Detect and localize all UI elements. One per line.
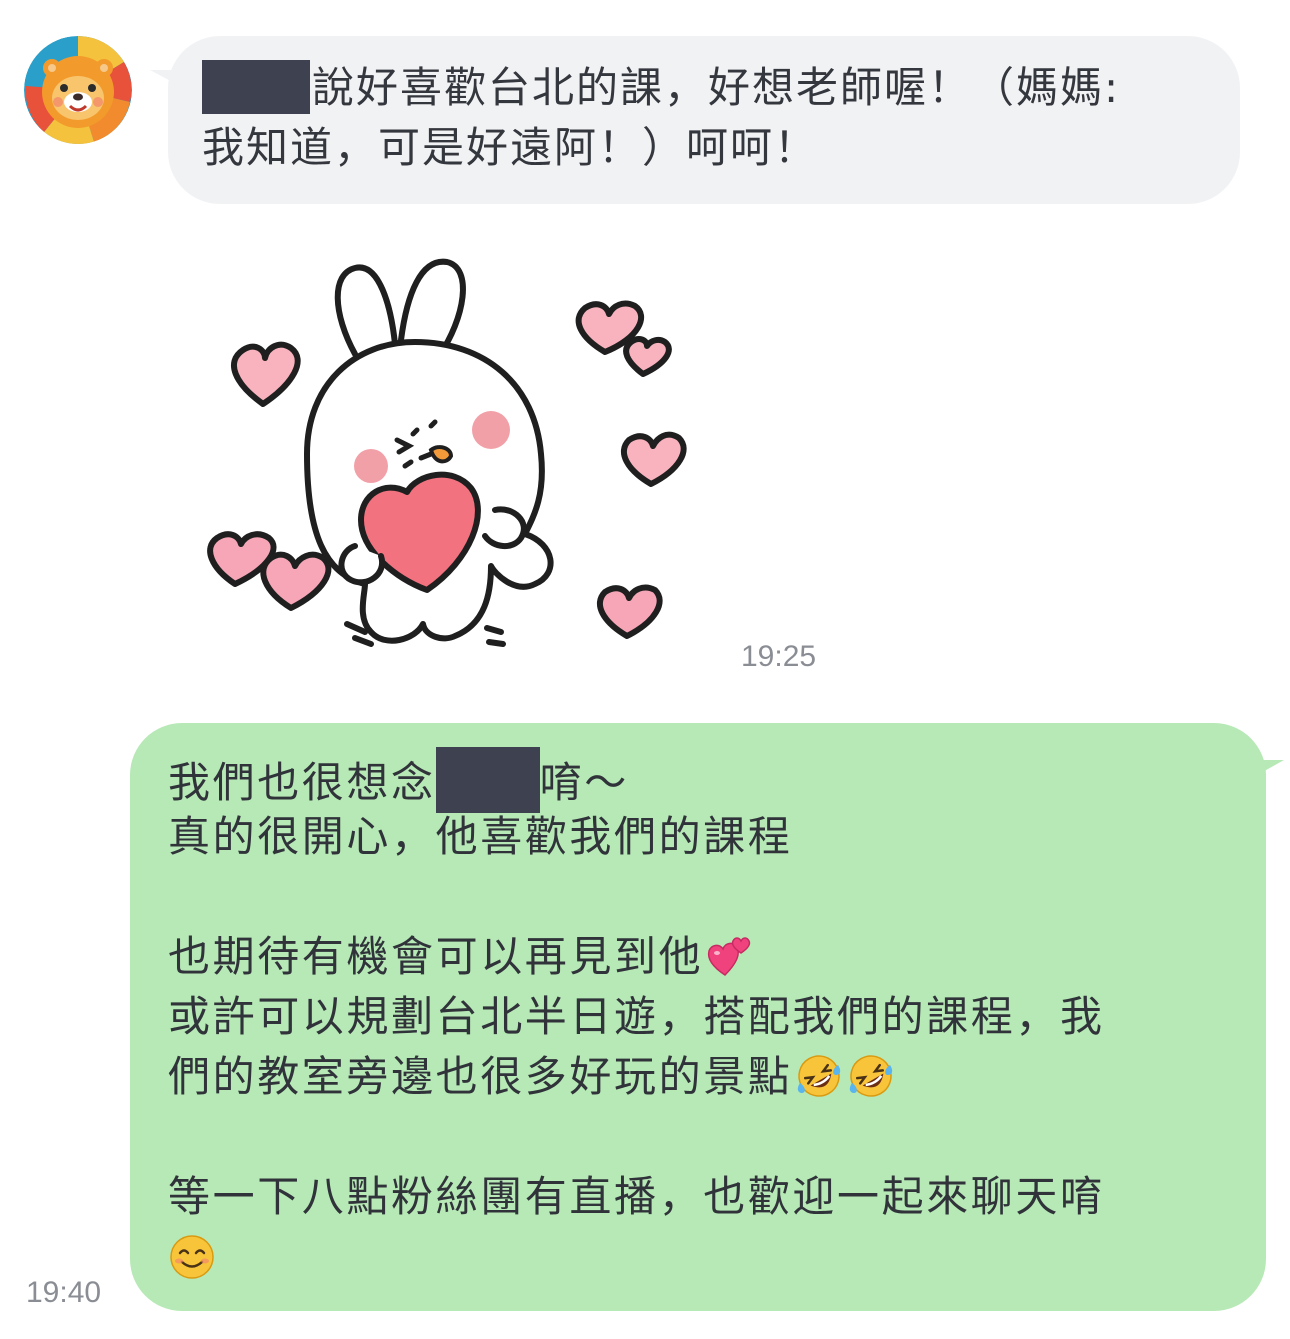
outgoing-line-1-after: 唷～ (539, 758, 629, 807)
sticker-message[interactable] (195, 244, 705, 664)
outgoing-line-5-text: 們的教室旁邊也很多好玩的景點 (168, 1052, 793, 1101)
redacted-name (202, 60, 310, 114)
rolling-on-floor-laughing-emoji (846, 1053, 896, 1099)
outgoing-message-line-5: 們的教室旁邊也很多好玩的景點 (168, 1047, 1246, 1107)
smiling-face-emoji (168, 1233, 216, 1281)
sticker-timestamp: 19:25 (741, 640, 817, 673)
sender-avatar[interactable] (24, 36, 132, 144)
outgoing-line-3-text: 也期待有機會可以再見到他 (168, 932, 704, 981)
rolling-on-floor-laughing-emoji (794, 1053, 844, 1099)
outgoing-message-line-1: 我們也很想念 唷～ (168, 747, 1246, 813)
incoming-line-1-text: 說好喜歡台北的課，好想老師喔！（媽媽: (312, 63, 1121, 112)
outgoing-message-line-2: 真的很開心，他喜歡我們的課程 (168, 812, 793, 861)
outgoing-message-line-3: 也期待有機會可以再見到他 (168, 927, 1246, 987)
outgoing-message-line-6: 等一下八點粉絲團有直播，也歡迎一起來聊天唷 (168, 1172, 1105, 1221)
incoming-message-line-1: 說好喜歡台北的課，好想老師喔！（媽媽: (202, 58, 1210, 118)
two-hearts-emoji (705, 931, 753, 979)
redacted-name (435, 747, 540, 813)
outgoing-line-1-before: 我們也很想念 (168, 758, 436, 807)
chat-conversation: 說好喜歡台北的課，好想老師喔！（媽媽: 我知道，可是好遠阿！）呵呵！ 19:25… (0, 0, 1290, 1339)
outgoing-message-line-4: 或許可以規劃台北半日遊，搭配我們的課程，我 (168, 992, 1105, 1041)
bunny-holding-heart-sticker (207, 258, 687, 647)
incoming-message-bubble[interactable]: 說好喜歡台北的課，好想老師喔！（媽媽: 我知道，可是好遠阿！）呵呵！ (168, 36, 1240, 204)
outgoing-message-line-7 (168, 1227, 1246, 1287)
incoming-message-line-2: 我知道，可是好遠阿！）呵呵！ (202, 118, 1210, 178)
outgoing-message-bubble[interactable]: 我們也很想念 唷～ 真的很開心，他喜歡我們的課程 也期待有機會可以再見到他 或許可… (130, 723, 1266, 1311)
outgoing-timestamp: 19:40 (26, 1276, 102, 1309)
lion-avatar-icon (24, 36, 132, 144)
incoming-line-2-text: 我知道，可是好遠阿！）呵呵！ (202, 123, 819, 172)
